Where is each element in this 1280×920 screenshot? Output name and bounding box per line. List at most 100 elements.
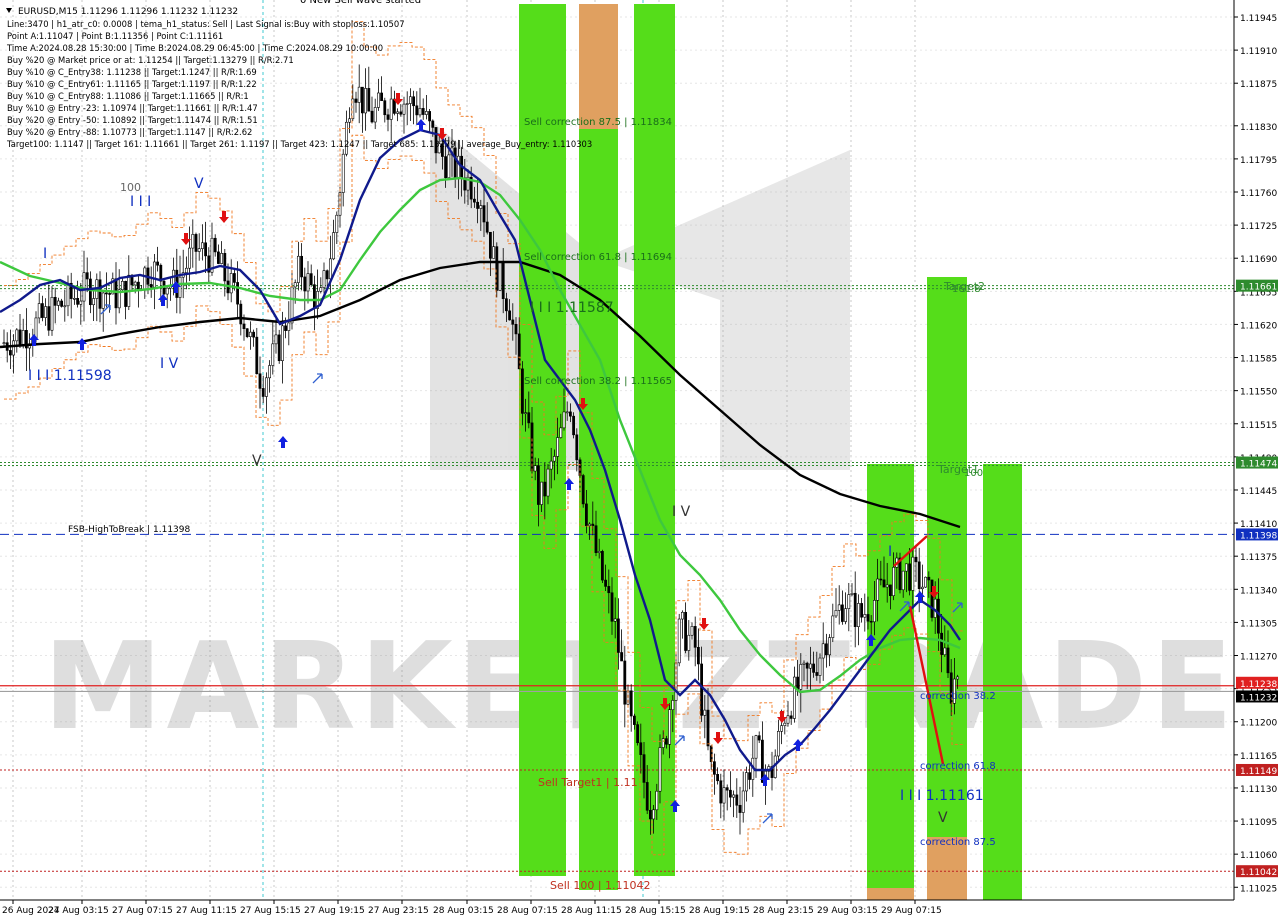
candle-body	[245, 328, 249, 337]
candle-body	[341, 153, 345, 193]
candle-body	[645, 782, 649, 811]
candle-body	[600, 551, 604, 581]
candle-body	[783, 722, 787, 726]
candle-body	[652, 809, 656, 820]
candle-body	[888, 584, 892, 596]
candle-body	[50, 296, 54, 331]
candle-body	[911, 556, 915, 591]
candle-body	[319, 287, 323, 292]
candle-body	[37, 303, 41, 319]
chart-annotation: I I I	[130, 194, 151, 210]
candle-body	[844, 608, 848, 622]
candle-body	[904, 563, 908, 572]
candle-body	[476, 201, 480, 209]
candle-body	[89, 278, 92, 306]
candle-body	[386, 114, 390, 120]
candle-body	[79, 300, 83, 305]
candle-body	[636, 724, 640, 744]
candle-body	[303, 276, 307, 292]
candle-body	[322, 270, 326, 289]
candle-body	[706, 709, 710, 747]
candle-body	[687, 634, 691, 651]
candle-body	[335, 214, 339, 233]
candle-body	[44, 306, 48, 318]
candle-body	[831, 615, 835, 638]
y-tick-label: 1.11060	[1240, 851, 1277, 861]
y-tick-label: 1.11095	[1240, 818, 1277, 828]
candle-body	[805, 662, 809, 669]
candle-body	[312, 284, 316, 309]
candle-body	[818, 657, 822, 676]
candle-body	[133, 281, 137, 286]
candle-body	[396, 111, 400, 114]
candle-body	[306, 273, 310, 292]
candle-body	[581, 475, 585, 505]
candle-body	[927, 576, 931, 581]
candle-body	[408, 96, 412, 104]
candle-body	[956, 676, 960, 680]
info-line: Buy %10 @ C_Entry38: 1.11238 || Target:1…	[7, 67, 257, 77]
chart-annotation: correction 38.2	[920, 691, 996, 702]
candle-body	[501, 261, 505, 300]
candle-body	[101, 292, 105, 309]
candle-body	[946, 647, 950, 674]
candle-body	[47, 306, 51, 331]
candle-body	[255, 336, 259, 375]
candle-body	[332, 232, 336, 260]
candle-body	[143, 267, 147, 290]
candle-body	[9, 350, 12, 356]
candle-body	[40, 303, 44, 318]
candle-body	[908, 563, 912, 591]
candle-body	[869, 620, 873, 623]
level-label: FSB-HighToBreak | 1.11398	[68, 525, 190, 535]
chart-annotation: Sell Target1 | 1.11	[538, 776, 638, 789]
y-tick-label: 1.11025	[1240, 884, 1277, 894]
chart-annotation: Sell correction 87.5 | 1.11834	[524, 117, 672, 128]
candle-body	[789, 715, 793, 719]
candle-body	[808, 663, 812, 669]
candle-body	[264, 377, 268, 397]
candle-body	[482, 205, 486, 223]
candle-body	[543, 481, 547, 497]
candle-body	[249, 331, 252, 337]
chart-annotation: 100	[964, 468, 983, 479]
info-line: Buy %20 @ Entry -50: 1.10892 || Target:1…	[7, 115, 258, 125]
candle-body	[370, 110, 374, 123]
y-tick-label: 1.11200	[1240, 719, 1277, 729]
candle-body	[98, 279, 102, 309]
candle-body	[328, 258, 332, 280]
info-line: Buy %10 @ Entry -23: 1.10974 || Target:1…	[7, 103, 258, 113]
candle-body	[82, 272, 86, 302]
candle-body	[616, 618, 620, 653]
candle-body	[917, 561, 921, 590]
candle-body	[885, 584, 889, 588]
candle-body	[930, 579, 934, 618]
chart-annotation: Sell correction 38.2 | 1.11565	[524, 376, 672, 387]
price-chart[interactable]: MARKETIZTRADE Sell correction 87.5 | 1.1…	[0, 0, 1280, 920]
candle-body	[309, 273, 313, 285]
candle-body	[405, 103, 409, 105]
candle-body	[348, 118, 352, 123]
candle-body	[124, 280, 128, 307]
candle-body	[680, 611, 684, 620]
candle-body	[418, 108, 422, 116]
candle-body	[940, 632, 944, 656]
candle-body	[732, 794, 736, 798]
candle-body	[236, 282, 240, 305]
candle-body	[943, 647, 947, 656]
candle-body	[284, 325, 288, 331]
candle-body	[485, 221, 489, 233]
y-tick-label: 1.11340	[1240, 586, 1277, 596]
candle-body	[684, 611, 688, 651]
candle-body	[508, 310, 512, 321]
y-tick-label: 1.11550	[1240, 388, 1277, 398]
candle-body	[696, 647, 700, 665]
candle-body	[850, 592, 854, 595]
candle-body	[648, 809, 652, 820]
candle-body	[584, 503, 588, 526]
info-line: Buy %20 @ Market price or at: 1.11254 ||…	[7, 55, 294, 65]
candle-body	[716, 774, 720, 782]
y-tick-label: 1.11795	[1240, 156, 1277, 166]
symbol-title: EURUSD,M15 1.11296 1.11296 1.11232 1.112…	[18, 7, 238, 17]
candle-body	[693, 626, 697, 648]
